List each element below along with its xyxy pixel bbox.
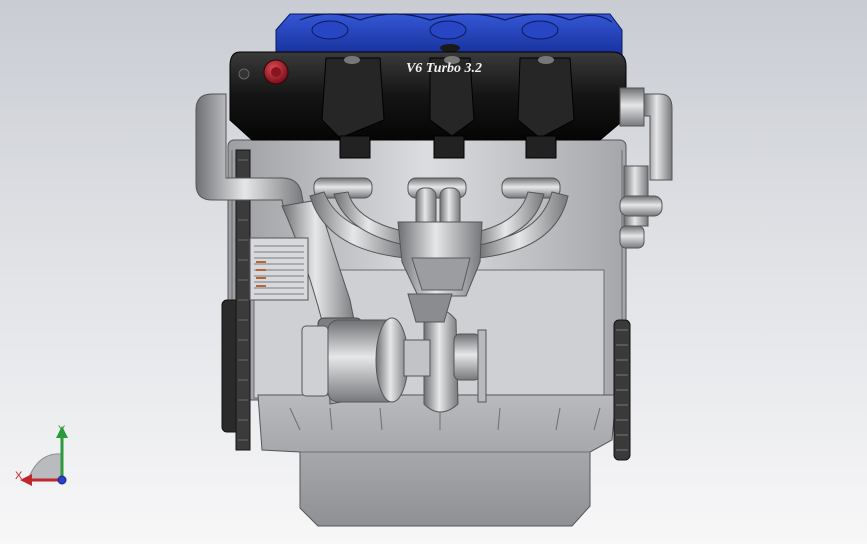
cam-cover	[275, 13, 623, 57]
valve-cover-label: V6 Turbo 3.2	[406, 61, 482, 76]
graphics-viewport[interactable]: V6 Turbo 3.2 X Y	[0, 0, 867, 544]
oil-pan	[257, 394, 617, 527]
coordinate-triad-icon	[20, 426, 68, 486]
oil-filler-cap	[263, 59, 289, 85]
right-flywheel	[613, 319, 631, 461]
intercooler	[249, 237, 309, 301]
right-intake-pipe	[619, 87, 673, 249]
y-axis-label: Y	[58, 424, 66, 436]
x-axis-label: X	[15, 470, 23, 482]
engine-3d-model[interactable]: V6 Turbo 3.2	[0, 0, 867, 544]
